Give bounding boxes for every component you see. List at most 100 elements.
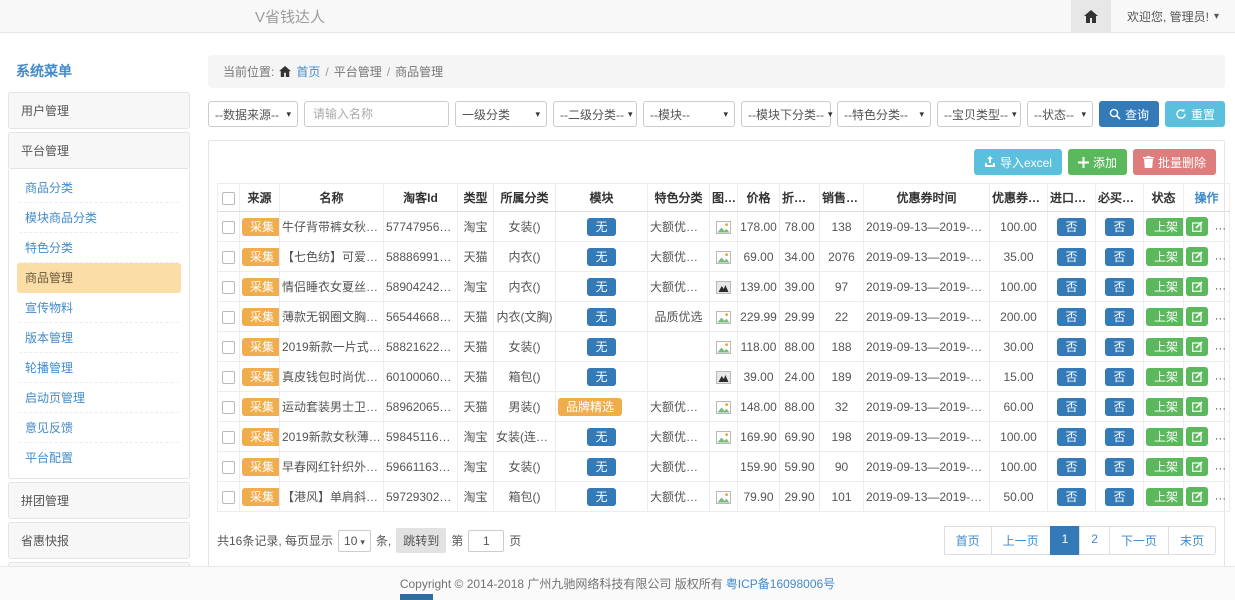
edit-button[interactable] xyxy=(1186,337,1208,356)
must-buy-toggle[interactable]: 否 xyxy=(1105,338,1133,356)
filter-select[interactable]: 一级分类 ▾ xyxy=(455,101,547,127)
filter-select[interactable]: --状态-- ▾ xyxy=(1027,101,1093,127)
sidebar-group-item[interactable]: 拼团管理 xyxy=(8,482,190,519)
row-checkbox[interactable] xyxy=(222,221,235,234)
filter-select[interactable]: --模块-- ▾ xyxy=(643,101,735,127)
status-badge[interactable]: 上架 xyxy=(1146,458,1184,476)
pagination-button[interactable]: 首页 xyxy=(944,526,992,555)
delete-button[interactable] xyxy=(1214,277,1229,296)
row-checkbox[interactable] xyxy=(222,281,235,294)
edit-button[interactable] xyxy=(1186,277,1208,296)
status-badge[interactable]: 上架 xyxy=(1146,278,1184,296)
must-buy-toggle[interactable]: 否 xyxy=(1105,218,1133,236)
filter-select-data-source[interactable]: --数据来源-- ▾ xyxy=(208,101,298,127)
edit-button[interactable] xyxy=(1186,307,1208,326)
scrollbar-thumb[interactable] xyxy=(400,594,433,600)
status-badge[interactable]: 上架 xyxy=(1146,338,1184,356)
pagination-button[interactable]: 末页 xyxy=(1168,526,1216,555)
import-select-toggle[interactable]: 否 xyxy=(1057,248,1085,266)
sidebar-submenu-item[interactable]: 宣传物料 xyxy=(17,293,181,323)
delete-button[interactable] xyxy=(1214,367,1229,386)
page-number-input[interactable] xyxy=(468,530,504,552)
sidebar-group-item[interactable]: 省惠快报 xyxy=(8,522,190,559)
jump-button[interactable]: 跳转到 xyxy=(396,528,446,553)
delete-button[interactable] xyxy=(1214,247,1229,266)
import-select-toggle[interactable]: 否 xyxy=(1057,488,1085,506)
delete-button[interactable] xyxy=(1214,457,1229,476)
pagination-button[interactable]: 1 xyxy=(1050,526,1081,555)
must-buy-toggle[interactable]: 否 xyxy=(1105,428,1133,446)
pagination-button[interactable]: 上一页 xyxy=(991,526,1051,555)
status-badge[interactable]: 上架 xyxy=(1146,218,1184,236)
import-select-toggle[interactable]: 否 xyxy=(1057,428,1085,446)
must-buy-toggle[interactable]: 否 xyxy=(1105,248,1133,266)
breadcrumb-home-link[interactable]: 首页 xyxy=(296,63,320,80)
sidebar-submenu-item[interactable]: 轮播管理 xyxy=(17,353,181,383)
sidebar-submenu-item[interactable]: 平台配置 xyxy=(17,443,181,472)
sidebar-submenu-item[interactable]: 商品管理 xyxy=(17,263,181,293)
status-badge[interactable]: 上架 xyxy=(1146,398,1184,416)
icp-link[interactable]: 粤ICP备16098006号 xyxy=(726,575,835,592)
sidebar-submenu-item[interactable]: 启动页管理 xyxy=(17,383,181,413)
edit-button[interactable] xyxy=(1186,367,1208,386)
delete-button[interactable] xyxy=(1214,307,1229,326)
edit-button[interactable] xyxy=(1186,217,1208,236)
delete-button[interactable] xyxy=(1214,487,1229,506)
row-checkbox[interactable] xyxy=(222,371,235,384)
sidebar-submenu-item[interactable]: 特色分类 xyxy=(17,233,181,263)
name-search-input[interactable] xyxy=(304,101,449,127)
edit-button[interactable] xyxy=(1186,457,1208,476)
import-select-toggle[interactable]: 否 xyxy=(1057,368,1085,386)
sidebar-group-item[interactable]: 用户管理 xyxy=(8,92,190,129)
must-buy-toggle[interactable]: 否 xyxy=(1105,458,1133,476)
sidebar-submenu-item[interactable]: 商品分类 xyxy=(17,173,181,203)
row-checkbox[interactable] xyxy=(222,491,235,504)
select-all-checkbox[interactable] xyxy=(222,192,235,205)
page-size-select[interactable]: 10▾ xyxy=(338,530,371,552)
delete-button[interactable] xyxy=(1214,427,1229,446)
pagination-button[interactable]: 2 xyxy=(1079,526,1110,555)
import-select-toggle[interactable]: 否 xyxy=(1057,218,1085,236)
row-checkbox[interactable] xyxy=(222,431,235,444)
status-badge[interactable]: 上架 xyxy=(1146,248,1184,266)
filter-select[interactable]: --宝贝类型-- ▾ xyxy=(937,101,1021,127)
delete-button[interactable] xyxy=(1214,397,1229,416)
row-checkbox[interactable] xyxy=(222,251,235,264)
pagination-button[interactable]: 下一页 xyxy=(1109,526,1169,555)
sidebar-submenu-item[interactable]: 模块商品分类 xyxy=(17,203,181,233)
row-checkbox[interactable] xyxy=(222,461,235,474)
must-buy-toggle[interactable]: 否 xyxy=(1105,398,1133,416)
add-button[interactable]: 添加 xyxy=(1068,149,1127,175)
import-select-toggle[interactable]: 否 xyxy=(1057,278,1085,296)
import-select-toggle[interactable]: 否 xyxy=(1057,308,1085,326)
home-button[interactable] xyxy=(1071,0,1111,32)
status-badge[interactable]: 上架 xyxy=(1146,488,1184,506)
import-select-toggle[interactable]: 否 xyxy=(1057,458,1085,476)
filter-select[interactable]: --模块下分类-- ▾ xyxy=(741,101,831,127)
edit-button[interactable] xyxy=(1186,247,1208,266)
edit-button[interactable] xyxy=(1186,487,1208,506)
filter-select[interactable]: --二级分类-- ▾ xyxy=(553,101,637,127)
must-buy-toggle[interactable]: 否 xyxy=(1105,368,1133,386)
import-excel-button[interactable]: 导入excel xyxy=(974,149,1062,175)
sidebar-submenu-item[interactable]: 版本管理 xyxy=(17,323,181,353)
must-buy-toggle[interactable]: 否 xyxy=(1105,278,1133,296)
row-checkbox[interactable] xyxy=(222,401,235,414)
import-select-toggle[interactable]: 否 xyxy=(1057,398,1085,416)
filter-select[interactable]: --特色分类-- ▾ xyxy=(837,101,931,127)
status-badge[interactable]: 上架 xyxy=(1146,428,1184,446)
row-checkbox[interactable] xyxy=(222,311,235,324)
status-badge[interactable]: 上架 xyxy=(1146,368,1184,386)
sidebar-group-item[interactable]: 平台管理 xyxy=(8,132,190,169)
search-button[interactable]: 查询 xyxy=(1099,101,1159,127)
sidebar-submenu-item[interactable]: 意见反馈 xyxy=(17,413,181,443)
import-select-toggle[interactable]: 否 xyxy=(1057,338,1085,356)
status-badge[interactable]: 上架 xyxy=(1146,308,1184,326)
edit-button[interactable] xyxy=(1186,427,1208,446)
row-checkbox[interactable] xyxy=(222,341,235,354)
edit-button[interactable] xyxy=(1186,397,1208,416)
batch-delete-button[interactable]: 批量删除 xyxy=(1133,149,1216,175)
must-buy-toggle[interactable]: 否 xyxy=(1105,488,1133,506)
delete-button[interactable] xyxy=(1214,337,1229,356)
user-menu[interactable]: 欢迎您, 管理员! ▾ xyxy=(1111,0,1235,32)
